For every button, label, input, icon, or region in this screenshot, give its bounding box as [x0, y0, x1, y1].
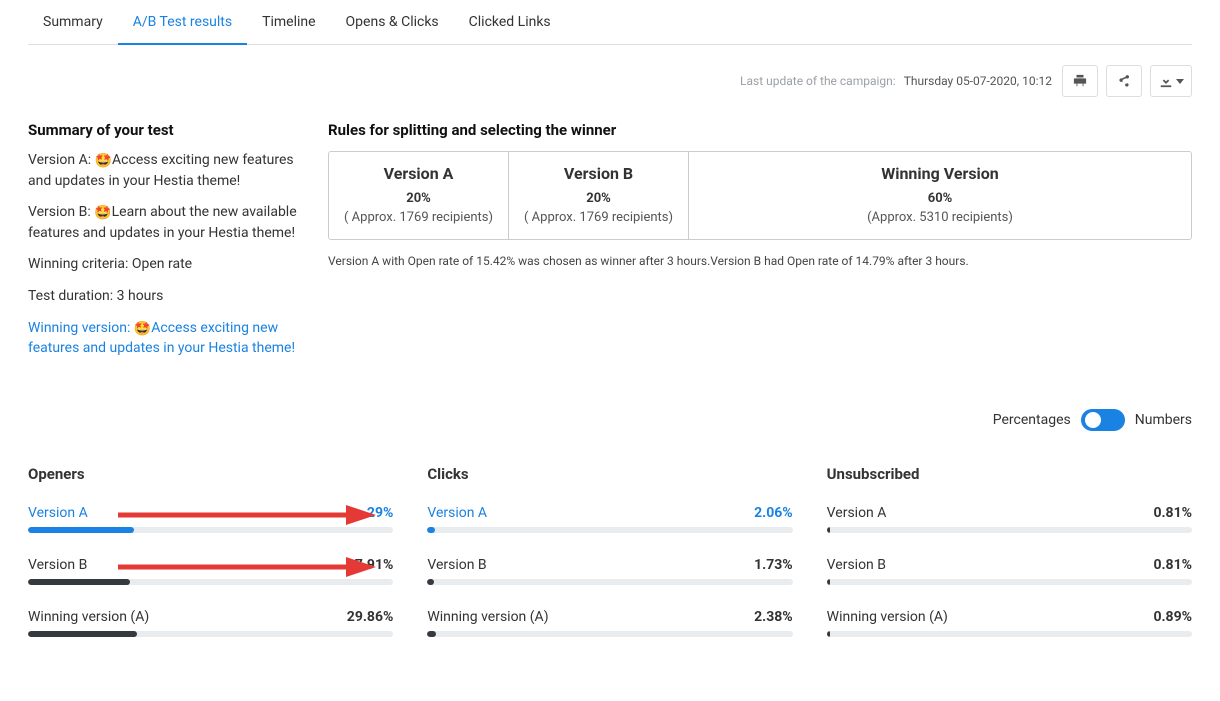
- last-update-label: Last update of the campaign:: [740, 74, 896, 88]
- openers-title: Openers: [28, 465, 393, 483]
- print-button[interactable]: [1062, 65, 1098, 97]
- metric-value: 0.81%: [1153, 557, 1192, 573]
- emoji-icon: 🤩: [94, 204, 111, 224]
- metric-row: Version B 27.91%: [28, 557, 393, 585]
- tabs: Summary A/B Test results Timeline Opens …: [28, 0, 1192, 45]
- metric-row: Winning version (A) 29.86%: [28, 609, 393, 637]
- toggle-row: Percentages Numbers: [28, 409, 1192, 431]
- bar-track: [427, 631, 792, 637]
- metric-name[interactable]: Version A: [28, 505, 88, 521]
- clicks-title: Clicks: [427, 465, 792, 483]
- metric-name: Version A: [827, 505, 887, 521]
- download-icon: [1159, 74, 1173, 88]
- rules-a-pct: 20%: [343, 191, 494, 206]
- metric-row: Version B 1.73%: [427, 557, 792, 585]
- bar-fill: [28, 527, 134, 533]
- tab-clicked-links[interactable]: Clicked Links: [454, 0, 566, 44]
- bar-fill: [28, 631, 137, 637]
- metric-row: Version B 0.81%: [827, 557, 1192, 585]
- metric-name: Winning version (A): [28, 609, 149, 625]
- bar-fill: [427, 527, 435, 533]
- metric-name[interactable]: Version A: [427, 505, 487, 521]
- percentages-numbers-switch[interactable]: [1081, 409, 1125, 431]
- metric-row: Version A 29%: [28, 505, 393, 533]
- metric-name: Version B: [28, 557, 87, 573]
- bar-track: [827, 579, 1192, 585]
- bar-track: [827, 527, 1192, 533]
- metric-row: Version A 2.06%: [427, 505, 792, 533]
- rules-table: Version A 20% ( Approx. 1769 recipients)…: [328, 151, 1192, 240]
- summary-winning-version[interactable]: Winning version: 🤩Access exciting new fe…: [28, 319, 298, 359]
- bar-track: [28, 631, 393, 637]
- bar-fill: [28, 579, 130, 585]
- tab-summary[interactable]: Summary: [28, 0, 118, 44]
- rules-a-sub: ( Approx. 1769 recipients): [343, 210, 494, 225]
- rules-b-pct: 20%: [523, 191, 674, 206]
- summary-winning-prefix: Winning version:: [28, 320, 134, 336]
- download-button[interactable]: [1150, 65, 1192, 97]
- bar-track: [28, 527, 393, 533]
- rules-b-sub: ( Approx. 1769 recipients): [523, 210, 674, 225]
- metric-row: Winning version (A) 2.38%: [427, 609, 792, 637]
- share-icon: [1117, 74, 1131, 88]
- metric-col-clicks: Clicks Version A 2.06% Version B 1.73% Winni…: [427, 465, 792, 661]
- bar-fill: [827, 631, 830, 637]
- rules-b-title: Version B: [523, 164, 674, 183]
- metric-value: 0.81%: [1153, 505, 1192, 521]
- emoji-icon: 🤩: [134, 320, 151, 340]
- rules-cell-version-a: Version A 20% ( Approx. 1769 recipients): [329, 152, 509, 239]
- toggle-right-label: Numbers: [1135, 412, 1192, 428]
- bar-track: [427, 527, 792, 533]
- switch-knob: [1085, 412, 1101, 428]
- rules-w-pct: 60%: [703, 191, 1177, 206]
- meta-bar: Last update of the campaign: Thursday 05…: [28, 65, 1192, 97]
- metric-name: Version B: [827, 557, 886, 573]
- bar-fill: [427, 579, 433, 585]
- rules-w-title: Winning Version: [703, 164, 1177, 183]
- print-icon: [1073, 74, 1087, 88]
- rules-w-sub: (Approx. 5310 recipients): [703, 210, 1177, 225]
- bar-track: [28, 579, 393, 585]
- caret-down-icon: [1176, 79, 1184, 84]
- metric-col-unsubscribed: Unsubscribed Version A 0.81% Version B 0.81…: [827, 465, 1192, 661]
- metric-value: 2.38%: [754, 609, 793, 625]
- metric-value: 27.91%: [347, 557, 394, 573]
- rules-cell-winning: Winning Version 60% (Approx. 5310 recipi…: [689, 152, 1191, 239]
- summary-winning-criteria: Winning criteria: Open rate: [28, 255, 298, 275]
- summary-version-a: Version A: 🤩Access exciting new features…: [28, 151, 298, 191]
- metric-col-openers: Openers Version A 29% Version B 27.91% Winni…: [28, 465, 393, 661]
- bar-track: [827, 631, 1192, 637]
- rules-a-title: Version A: [343, 164, 494, 183]
- metric-value: 2.06%: [754, 505, 793, 521]
- bar-fill: [827, 579, 830, 585]
- tab-opens-clicks[interactable]: Opens & Clicks: [331, 0, 454, 44]
- metric-name: Winning version (A): [827, 609, 948, 625]
- toggle-left-label: Percentages: [993, 412, 1071, 428]
- metric-value: 29.86%: [347, 609, 394, 625]
- rules-cell-version-b: Version B 20% ( Approx. 1769 recipients): [509, 152, 689, 239]
- metric-row: Winning version (A) 0.89%: [827, 609, 1192, 637]
- summary-test-duration: Test duration: 3 hours: [28, 287, 298, 307]
- tab-ab-test-results[interactable]: A/B Test results: [118, 0, 247, 44]
- metric-name: Winning version (A): [427, 609, 548, 625]
- last-update-date: Thursday 05-07-2020, 10:12: [904, 74, 1052, 88]
- bar-fill: [827, 527, 830, 533]
- metric-row: Version A 0.81%: [827, 505, 1192, 533]
- summary-version-b: Version B: 🤩Learn about the new availabl…: [28, 203, 298, 243]
- metric-value: 29%: [367, 505, 393, 521]
- unsub-title: Unsubscribed: [827, 465, 1192, 483]
- tab-timeline[interactable]: Timeline: [247, 0, 330, 44]
- bar-fill: [427, 631, 436, 637]
- rules-note: Version A with Open rate of 15.42% was c…: [328, 254, 1192, 268]
- bar-track: [427, 579, 792, 585]
- metric-name: Version B: [427, 557, 486, 573]
- metric-value: 0.89%: [1153, 609, 1192, 625]
- summary-version-a-prefix: Version A:: [28, 152, 95, 168]
- rules-title: Rules for splitting and selecting the wi…: [328, 121, 1192, 139]
- summary-version-b-prefix: Version B:: [28, 204, 94, 220]
- metric-value: 1.73%: [754, 557, 793, 573]
- share-button[interactable]: [1106, 65, 1142, 97]
- summary-title: Summary of your test: [28, 121, 298, 139]
- emoji-icon: 🤩: [95, 152, 112, 172]
